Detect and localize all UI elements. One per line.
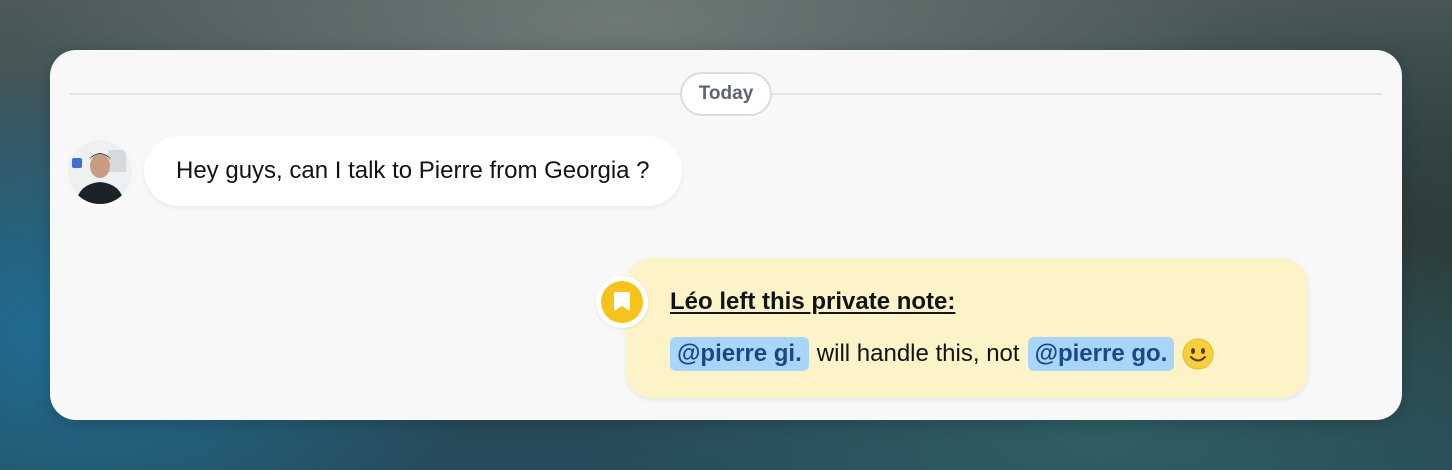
private-note-badge: [596, 276, 648, 328]
private-note-bubble[interactable]: [626, 258, 1308, 398]
avatar-image: [68, 140, 132, 204]
private-note-text: will handle this, not: [816, 340, 1020, 367]
slightly-smiling-face-icon: [1182, 338, 1214, 370]
day-label: Today: [680, 72, 772, 116]
incoming-message-bubble[interactable]: Hey guys, can I talk to Pierre from Geor…: [144, 136, 682, 206]
avatar[interactable]: [68, 140, 132, 204]
incoming-message-text: Hey guys, can I talk to Pierre from Geor…: [176, 157, 650, 184]
mention-pierre-go[interactable]: @pierre go.: [1027, 337, 1175, 371]
private-note-title: Léo left this private note:: [670, 288, 956, 315]
mention-pierre-gi[interactable]: @pierre gi.: [670, 337, 809, 371]
private-note-body: @pierre gi. will handle this, not @pierr…: [670, 336, 1214, 372]
bookmark-icon: [614, 292, 630, 311]
